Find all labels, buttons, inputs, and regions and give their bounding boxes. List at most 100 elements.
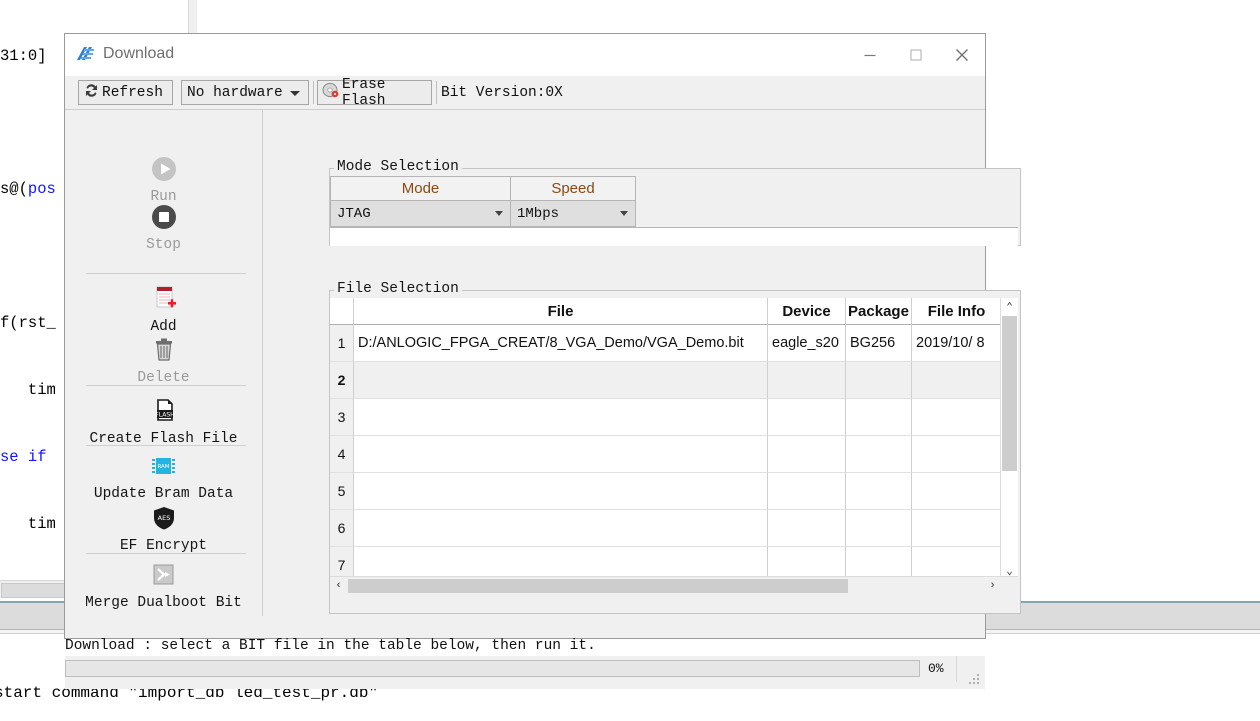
- cell-file-info[interactable]: [912, 436, 1002, 473]
- close-button[interactable]: [939, 34, 985, 76]
- close-icon: [956, 49, 968, 61]
- sidebar-item-delete[interactable]: Delete: [65, 337, 262, 386]
- cell-file[interactable]: [354, 362, 768, 399]
- resize-grip[interactable]: [969, 674, 981, 686]
- cell-file[interactable]: [354, 399, 768, 436]
- scroll-left-icon[interactable]: ‹: [330, 577, 347, 594]
- cell-file-info[interactable]: [912, 473, 1002, 510]
- mode-column-header: Mode: [330, 176, 511, 201]
- sidebar-item-run[interactable]: Run: [65, 156, 262, 205]
- cell-file-info[interactable]: [912, 362, 1002, 399]
- cell-file[interactable]: [354, 510, 768, 547]
- ram-chip-icon: RAM: [65, 455, 262, 483]
- table-row[interactable]: 5: [330, 473, 1018, 510]
- sidebar-divider: [86, 273, 246, 274]
- cell-file-info[interactable]: [912, 399, 1002, 436]
- cell-device[interactable]: [768, 362, 846, 399]
- merge-arrow-icon: [65, 563, 262, 592]
- file-table-vertical-scrollbar[interactable]: ⌃ ⌄: [1000, 298, 1018, 579]
- row-number: 4: [330, 436, 354, 473]
- table-row[interactable]: 6: [330, 510, 1018, 547]
- minimize-icon: [864, 54, 876, 57]
- file-info-column-header[interactable]: File Info: [912, 298, 1002, 325]
- sidebar-item-label: Merge Dualboot Bit: [85, 595, 242, 611]
- refresh-label: Refresh: [102, 84, 163, 101]
- refresh-button[interactable]: Refresh: [78, 80, 173, 105]
- sidebar-item-label: Delete: [137, 370, 190, 386]
- progress-percent: 0%: [928, 661, 944, 676]
- mode-selection-title: Mode Selection: [334, 159, 462, 175]
- file-table-header: File Device Package File Info: [330, 298, 1018, 325]
- file-table-horizontal-scrollbar[interactable]: ‹ ›: [330, 576, 1018, 595]
- cell-package[interactable]: BG256: [846, 325, 912, 362]
- sidebar-item-label: Run: [150, 189, 177, 205]
- cell-file[interactable]: [354, 473, 768, 510]
- sidebar-divider: [86, 385, 246, 386]
- dialog-body: Run Stop Add Delete FLASH Create Flash F…: [65, 110, 1021, 689]
- table-row[interactable]: 3: [330, 399, 1018, 436]
- disc-icon: [322, 82, 340, 104]
- hardware-select[interactable]: No hardware: [181, 80, 309, 105]
- sidebar-item-update-bram-data[interactable]: RAM Update Bram Data: [65, 455, 262, 502]
- svg-text:RAM: RAM: [157, 464, 169, 470]
- add-file-icon: [65, 285, 262, 316]
- sidebar-item-stop[interactable]: Stop: [65, 204, 262, 253]
- dialog-statusbar: 0%: [65, 656, 985, 689]
- svg-text:AES: AES: [157, 514, 170, 522]
- mode-select[interactable]: JTAG: [330, 201, 511, 227]
- cell-package[interactable]: [846, 436, 912, 473]
- maximize-icon: [910, 49, 922, 61]
- package-column-header[interactable]: Package: [846, 298, 912, 325]
- cell-file[interactable]: [354, 436, 768, 473]
- maximize-button[interactable]: [893, 34, 939, 76]
- chevron-down-icon: [290, 91, 300, 96]
- cell-file-info[interactable]: [912, 510, 1002, 547]
- cell-device[interactable]: eagle_s20: [768, 325, 846, 362]
- flash-file-icon: FLASH: [65, 398, 262, 428]
- sidebar-item-add[interactable]: Add: [65, 285, 262, 335]
- sidebar-item-ef-encrypt[interactable]: AES EF Encrypt: [65, 506, 262, 554]
- statusbar-divider: [956, 656, 957, 682]
- dialog-titlebar[interactable]: Download: [65, 34, 985, 77]
- cell-package[interactable]: [846, 362, 912, 399]
- cell-package[interactable]: [846, 399, 912, 436]
- table-row[interactable]: 4: [330, 436, 1018, 473]
- sidebar-item-merge-dualboot-bit[interactable]: Merge Dualboot Bit: [65, 563, 262, 611]
- scroll-up-icon[interactable]: ⌃: [1001, 298, 1018, 315]
- refresh-icon: [83, 82, 100, 104]
- mode-select-value: JTAG: [337, 205, 371, 222]
- cell-device[interactable]: [768, 473, 846, 510]
- scrollbar-thumb[interactable]: [1002, 316, 1017, 471]
- scroll-right-icon[interactable]: ›: [984, 577, 1001, 594]
- cell-device[interactable]: [768, 399, 846, 436]
- file-column-header[interactable]: File: [354, 298, 768, 325]
- scrollbar-thumb[interactable]: [348, 579, 848, 593]
- cell-file[interactable]: D:/ANLOGIC_FPGA_CREAT/8_VGA_Demo/VGA_Dem…: [354, 325, 768, 362]
- toolbar-separator: [313, 81, 314, 104]
- stop-circle-icon: [65, 204, 262, 234]
- cell-package[interactable]: [846, 510, 912, 547]
- file-table[interactable]: File Device Package File Info 1 D:/ANLOG…: [330, 298, 1018, 595]
- bit-version-label: Bit Version:0X: [441, 85, 563, 101]
- row-number-column-header[interactable]: [330, 298, 354, 325]
- row-number: 3: [330, 399, 354, 436]
- anlogic-logo-icon: [76, 46, 95, 64]
- cell-device[interactable]: [768, 510, 846, 547]
- cell-package[interactable]: [846, 473, 912, 510]
- table-row[interactable]: 2: [330, 362, 1018, 399]
- table-row[interactable]: 1 D:/ANLOGIC_FPGA_CREAT/8_VGA_Demo/VGA_D…: [330, 325, 1018, 362]
- dialog-toolbar[interactable]: Refresh No hardware Erase Flash Bit Vers…: [65, 76, 985, 110]
- file-selection-group: File Selection File Device Package File …: [329, 281, 1021, 614]
- erase-flash-button[interactable]: Erase Flash: [317, 77, 432, 109]
- mode-selection-group: Mode Selection Mode Speed JTAG 1Mbps: [329, 159, 1021, 246]
- play-circle-icon: [65, 156, 262, 186]
- minimize-button[interactable]: [847, 34, 893, 76]
- cell-file-info[interactable]: 2019/10/ 8: [912, 325, 1002, 362]
- speed-select[interactable]: 1Mbps: [511, 201, 636, 227]
- cell-device[interactable]: [768, 436, 846, 473]
- dialog-title: Download: [103, 45, 175, 62]
- download-dialog[interactable]: Download Refresh No hardware Erase Flash…: [64, 33, 1021, 689]
- sidebar-item-create-flash-file[interactable]: FLASH Create Flash File: [65, 398, 262, 447]
- device-column-header[interactable]: Device: [768, 298, 846, 325]
- speed-select-value: 1Mbps: [517, 205, 560, 222]
